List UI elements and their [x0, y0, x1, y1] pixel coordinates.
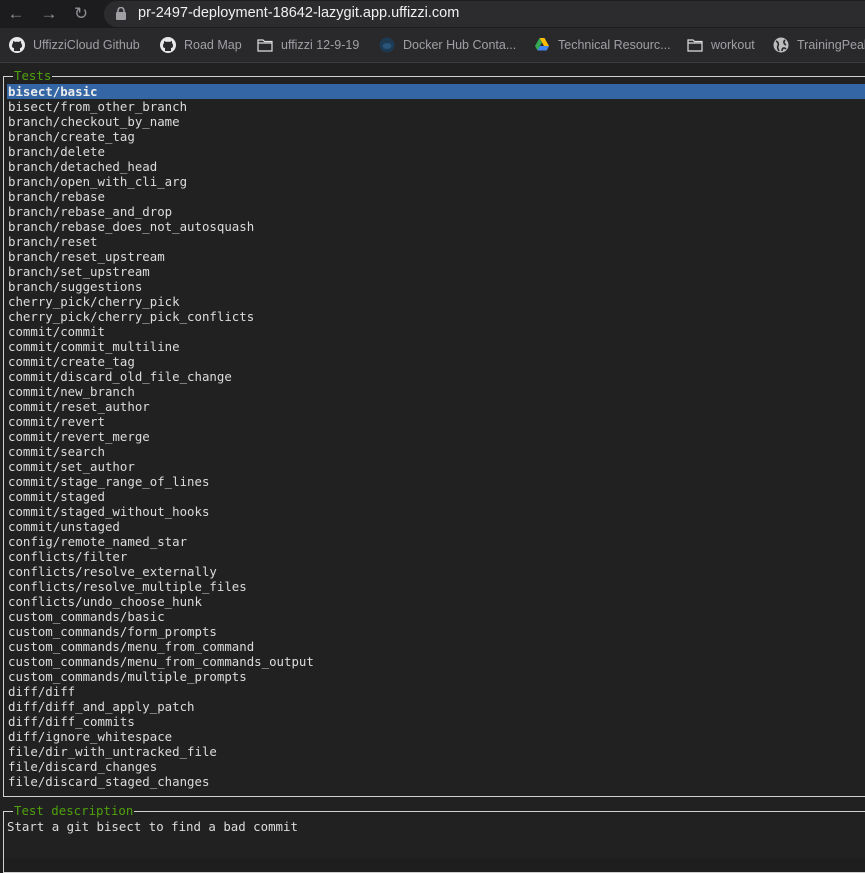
test-item[interactable]: commit/commit: [7, 324, 865, 339]
test-item[interactable]: file/dir_with_untracked_file: [7, 744, 865, 759]
bookmark-label: Technical Resourc...: [558, 38, 671, 52]
bookmark-label: Road Map: [184, 38, 242, 52]
docker-icon: [379, 37, 395, 53]
github-icon: [160, 37, 176, 53]
test-item[interactable]: branch/checkout_by_name: [7, 114, 865, 129]
test-item[interactable]: commit/revert: [7, 414, 865, 429]
test-item[interactable]: conflicts/resolve_multiple_files: [7, 579, 865, 594]
test-item[interactable]: custom_commands/menu_from_commands_outpu…: [7, 654, 865, 669]
test-item[interactable]: branch/rebase_does_not_autosquash: [7, 219, 865, 234]
folder-icon: [257, 39, 273, 52]
test-item[interactable]: branch/detached_head: [7, 159, 865, 174]
test-item[interactable]: conflicts/undo_choose_hunk: [7, 594, 865, 609]
test-item[interactable]: commit/create_tag: [7, 354, 865, 369]
terminal-viewport: Tests bisect/basic bisect/from_other_bran…: [0, 63, 865, 873]
bookmark-workout-folder[interactable]: workout: [687, 36, 755, 54]
github-icon: [9, 37, 25, 53]
test-item[interactable]: config/remote_named_star: [7, 534, 865, 549]
test-item[interactable]: diff/diff: [7, 684, 865, 699]
google-drive-icon: [535, 38, 549, 51]
test-item-selected[interactable]: bisect/basic: [7, 84, 865, 99]
bookmark-uffizzi-folder[interactable]: uffizzi 12-9-19: [257, 36, 359, 54]
test-item[interactable]: commit/stage_range_of_lines: [7, 474, 865, 489]
test-item[interactable]: branch/reset_upstream: [7, 249, 865, 264]
test-item[interactable]: branch/rebase: [7, 189, 865, 204]
bookmark-uffizzicloud-github[interactable]: UffizziCloud Github: [9, 36, 140, 54]
test-item[interactable]: custom_commands/form_prompts: [7, 624, 865, 639]
test-item[interactable]: branch/rebase_and_drop: [7, 204, 865, 219]
folder-icon: [687, 39, 703, 52]
test-item[interactable]: conflicts/resolve_externally: [7, 564, 865, 579]
test-item[interactable]: diff/diff_and_apply_patch: [7, 699, 865, 714]
test-item[interactable]: cherry_pick/cherry_pick: [7, 294, 865, 309]
back-icon[interactable]: ←: [6, 4, 26, 24]
test-item[interactable]: commit/discard_old_file_change: [7, 369, 865, 384]
test-item[interactable]: custom_commands/multiple_prompts: [7, 669, 865, 684]
tests-panel: Tests bisect/basic bisect/from_other_bran…: [3, 69, 865, 797]
bookmark-label: Docker Hub Conta...: [403, 38, 517, 52]
test-item[interactable]: custom_commands/basic: [7, 609, 865, 624]
bookmarks-bar: UffizziCloud Github Road Map uffizzi 12-…: [0, 28, 865, 63]
browser-toolbar: ← → ↻ pr-2497-deployment-18642-lazygit.a…: [0, 0, 865, 28]
test-item[interactable]: branch/reset: [7, 234, 865, 249]
test-item[interactable]: commit/search: [7, 444, 865, 459]
test-item[interactable]: commit/commit_multiline: [7, 339, 865, 354]
reload-icon[interactable]: ↻: [71, 4, 91, 24]
test-description-text: Start a git bisect to find a bad commit: [7, 819, 298, 834]
bookmark-label: TrainingPeaks: [797, 38, 865, 52]
test-item[interactable]: branch/create_tag: [7, 129, 865, 144]
test-item[interactable]: commit/staged_without_hooks: [7, 504, 865, 519]
test-item[interactable]: file/discard_staged_changes: [7, 774, 865, 789]
url-text: pr-2497-deployment-18642-lazygit.app.uff…: [138, 5, 460, 21]
globe-icon: [773, 37, 789, 53]
bookmark-docker-hub[interactable]: Docker Hub Conta...: [379, 36, 516, 54]
test-item[interactable]: commit/reset_author: [7, 399, 865, 414]
test-item[interactable]: custom_commands/menu_from_command: [7, 639, 865, 654]
test-item[interactable]: conflicts/filter: [7, 549, 865, 564]
test-item[interactable]: diff/diff_commits: [7, 714, 865, 729]
test-item[interactable]: bisect/from_other_branch: [7, 99, 865, 114]
test-item[interactable]: branch/suggestions: [7, 279, 865, 294]
description-panel: Test description Start a git bisect to f…: [3, 804, 865, 873]
bookmark-label: UffizziCloud Github: [33, 38, 140, 52]
test-item[interactable]: commit/new_branch: [7, 384, 865, 399]
test-item[interactable]: diff/ignore_whitespace: [7, 729, 865, 744]
test-item[interactable]: file/discard_changes: [7, 759, 865, 774]
bookmark-technical-resources[interactable]: Technical Resourc...: [534, 36, 671, 54]
tests-panel-title: Tests: [13, 68, 53, 83]
address-bar[interactable]: pr-2497-deployment-18642-lazygit.app.uff…: [104, 1, 865, 27]
test-item[interactable]: commit/set_author: [7, 459, 865, 474]
forward-icon[interactable]: →: [39, 4, 59, 24]
bookmark-label: uffizzi 12-9-19: [281, 38, 360, 52]
bookmark-label: workout: [711, 38, 755, 52]
test-item[interactable]: cherry_pick/cherry_pick_conflicts: [7, 309, 865, 324]
lock-icon: [116, 7, 126, 20]
test-item[interactable]: branch/delete: [7, 144, 865, 159]
test-item[interactable]: branch/open_with_cli_arg: [7, 174, 865, 189]
tests-list[interactable]: bisect/basic bisect/from_other_branch bran…: [7, 84, 865, 789]
test-item[interactable]: commit/staged: [7, 489, 865, 504]
bookmark-road-map[interactable]: Road Map: [160, 36, 242, 54]
bookmark-trainingpeaks[interactable]: TrainingPeaks: [773, 36, 865, 54]
test-item[interactable]: commit/unstaged: [7, 519, 865, 534]
test-item[interactable]: branch/set_upstream: [7, 264, 865, 279]
description-panel-title: Test description: [13, 803, 135, 818]
test-item[interactable]: commit/revert_merge: [7, 429, 865, 444]
